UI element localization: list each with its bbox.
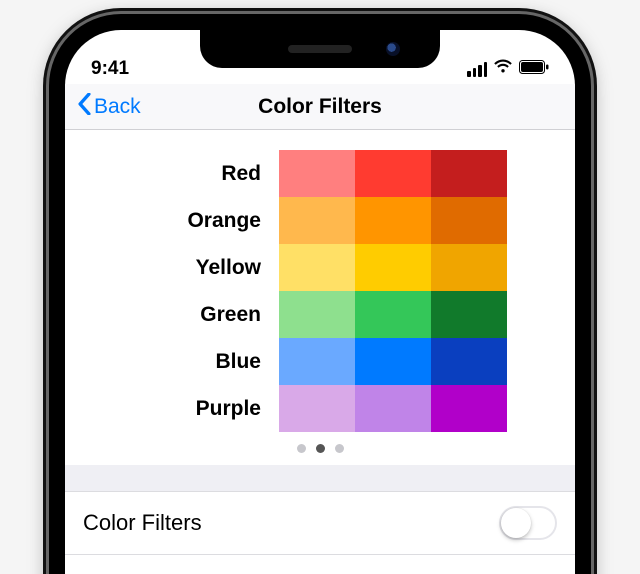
- color-preview-card: Red Orange Yellow Green Blue Purple: [65, 130, 575, 465]
- swatch-cell: [279, 385, 355, 432]
- back-button[interactable]: Back: [77, 93, 141, 121]
- swatch-row: Orange: [133, 197, 507, 244]
- screen: 9:41: [65, 30, 575, 574]
- page-dot[interactable]: [316, 444, 325, 453]
- phone-frame: 9:41: [49, 14, 591, 574]
- swatch-cell: [355, 150, 431, 197]
- swatch-label: Green: [133, 303, 279, 327]
- volume-down-button: [43, 300, 48, 362]
- battery-icon: [519, 58, 549, 80]
- swatch-row: Yellow: [133, 244, 507, 291]
- back-label: Back: [94, 95, 141, 119]
- swatch-cell: [355, 385, 431, 432]
- status-time: 9:41: [91, 58, 129, 80]
- page-title: Color Filters: [65, 95, 575, 119]
- swatch-label: Orange: [133, 209, 279, 233]
- swatch-label: Blue: [133, 350, 279, 374]
- swatch-label: Red: [133, 162, 279, 186]
- swatch-cell: [279, 197, 355, 244]
- side-button: [592, 236, 597, 332]
- swatch-cell: [431, 244, 507, 291]
- notch: [200, 30, 440, 68]
- swatch-cell: [431, 385, 507, 432]
- color-filters-toggle-label: Color Filters: [83, 510, 202, 536]
- swatch-cell: [431, 197, 507, 244]
- swatch-cell: [355, 244, 431, 291]
- swatch-row: Red: [133, 150, 507, 197]
- swatch-row: Blue: [133, 338, 507, 385]
- swatch-cell: [431, 150, 507, 197]
- nav-bar: Back Color Filters: [65, 84, 575, 130]
- color-swatch-grid[interactable]: Red Orange Yellow Green Blue Purple: [133, 150, 507, 432]
- swatch-cell: [279, 291, 355, 338]
- color-filters-toggle-row: Color Filters: [65, 491, 575, 555]
- swatch-row: Green: [133, 291, 507, 338]
- swatch-cell: [279, 244, 355, 291]
- mute-switch: [43, 170, 48, 204]
- color-filters-toggle[interactable]: [499, 506, 557, 540]
- swatch-row: Purple: [133, 385, 507, 432]
- front-camera: [386, 42, 400, 56]
- speaker-grille: [288, 45, 352, 53]
- wifi-icon: [493, 58, 513, 80]
- page-dot[interactable]: [297, 444, 306, 453]
- toggle-knob: [501, 508, 531, 538]
- swatch-cell: [431, 338, 507, 385]
- swatch-label: Purple: [133, 397, 279, 421]
- swatch-cell: [355, 291, 431, 338]
- page-indicator[interactable]: [65, 444, 575, 453]
- swatch-cell: [431, 291, 507, 338]
- swatch-cell: [279, 338, 355, 385]
- page-dot[interactable]: [335, 444, 344, 453]
- volume-up-button: [43, 226, 48, 288]
- content: Red Orange Yellow Green Blue Purple Color Fil…: [65, 130, 575, 555]
- swatch-label: Yellow: [133, 256, 279, 280]
- chevron-left-icon: [77, 93, 92, 121]
- swatch-cell: [355, 197, 431, 244]
- swatch-cell: [355, 338, 431, 385]
- cellular-signal-icon: [467, 62, 487, 77]
- swatch-cell: [279, 150, 355, 197]
